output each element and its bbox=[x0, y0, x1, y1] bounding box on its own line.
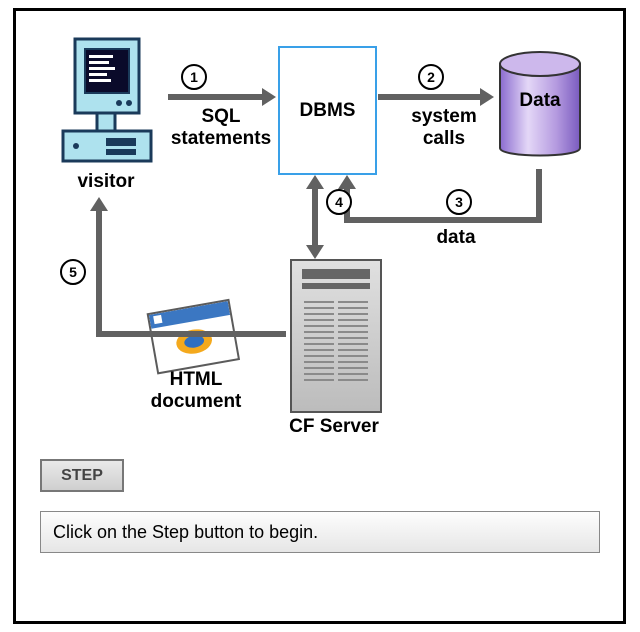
visitor-label: visitor bbox=[51, 171, 161, 193]
diagram-frame: visitor DBMS Data bbox=[13, 8, 626, 624]
step-button[interactable]: STEP bbox=[40, 459, 124, 492]
arrow-4-head-up bbox=[306, 175, 324, 189]
cfserver-node bbox=[284, 259, 384, 419]
arrow-2 bbox=[378, 94, 480, 100]
html-doc-label: HTML document bbox=[136, 369, 256, 413]
arrow-4 bbox=[312, 189, 318, 245]
step-4-badge: 4 bbox=[326, 189, 352, 215]
arrow-4-head-down bbox=[306, 245, 324, 259]
step-1-badge: 1 bbox=[181, 64, 207, 90]
arrow-5-seg2 bbox=[96, 211, 102, 337]
step-2-badge: 2 bbox=[418, 64, 444, 90]
arrow-5-head bbox=[90, 197, 108, 211]
step-5-badge: 5 bbox=[60, 259, 86, 285]
arrow-1-label: SQL statements bbox=[161, 106, 281, 150]
arrow-3-head bbox=[338, 175, 356, 189]
data-node: Data bbox=[496, 46, 584, 166]
arrow-3-seg2 bbox=[350, 217, 542, 223]
dbms-node: DBMS bbox=[278, 46, 377, 175]
cfserver-label: CF Server bbox=[264, 416, 404, 438]
arrow-2-head bbox=[480, 88, 494, 106]
message-box: Click on the Step button to begin. bbox=[40, 511, 600, 553]
arrow-2-label: system calls bbox=[394, 106, 494, 150]
data-label: Data bbox=[496, 90, 584, 112]
dbms-label: DBMS bbox=[300, 100, 356, 122]
step-3-badge: 3 bbox=[446, 189, 472, 215]
arrow-5-seg1 bbox=[102, 331, 286, 337]
visitor-node bbox=[51, 31, 161, 171]
arrow-1-head bbox=[262, 88, 276, 106]
arrow-1 bbox=[168, 94, 262, 100]
diagram-canvas: visitor DBMS Data bbox=[0, 0, 640, 632]
arrow-3-label: data bbox=[416, 227, 496, 249]
arrow-3-seg1 bbox=[536, 169, 542, 223]
computer-icon bbox=[51, 31, 161, 171]
